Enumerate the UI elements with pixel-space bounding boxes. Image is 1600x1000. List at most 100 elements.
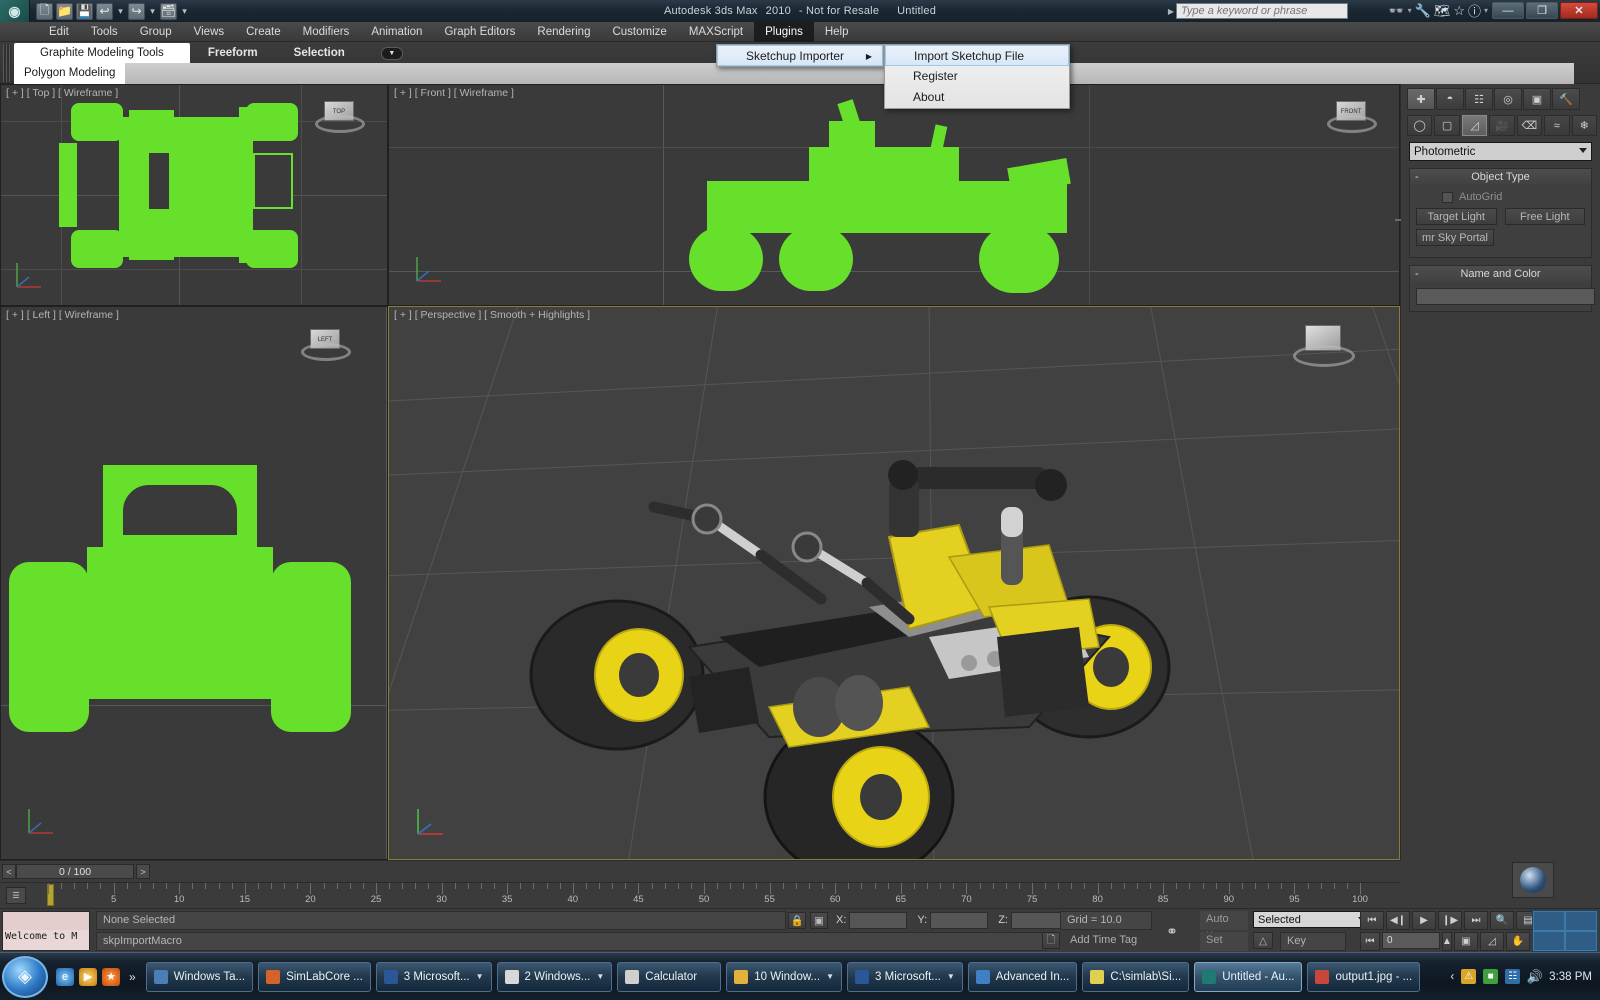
menu-animation[interactable]: Animation (360, 22, 433, 42)
minimize-button[interactable]: — (1492, 2, 1524, 19)
previous-frame-button[interactable]: < (2, 864, 16, 879)
menu-customize[interactable]: Customize (601, 22, 677, 42)
viewport-label-perspective[interactable]: [ + ] [ Perspective ] [ Smooth + Highlig… (394, 309, 590, 321)
taskbar-item[interactable]: 3 Microsoft...▼ (376, 962, 492, 992)
utilities-icon[interactable]: 🔨 (1552, 88, 1580, 110)
binoculars-icon[interactable]: 👓 (1388, 3, 1404, 19)
viewport-left[interactable]: LEFT [ + ] [ Left ] [ Wireframe ] (0, 306, 388, 860)
geometry-icon[interactable]: ◯ (1407, 115, 1432, 136)
taskbar-item[interactable]: Windows Ta... (146, 962, 253, 992)
systems-icon[interactable]: ❄ (1572, 115, 1597, 136)
current-key-field[interactable] (1382, 932, 1440, 949)
taskbar-clock[interactable]: 3:38 PM (1549, 971, 1592, 983)
object-name-field[interactable] (1416, 288, 1595, 305)
go-to-start-icon[interactable]: ⏮ (1360, 911, 1384, 930)
menu-group[interactable]: Group (129, 22, 183, 42)
maximize-viewport-toggle-icon[interactable] (1532, 910, 1598, 952)
menu-tools[interactable]: Tools (80, 22, 129, 42)
help-question-icon[interactable]: ⓘ (1468, 1, 1481, 20)
autogrid-checkbox[interactable] (1442, 192, 1453, 203)
set-key-filters-icon[interactable]: △ (1253, 932, 1273, 949)
ribbon-tab-selection[interactable]: Selection (276, 43, 363, 64)
viewport-perspective[interactable]: [ + ] [ Perspective ] [ Smooth + Highlig… (388, 306, 1400, 860)
pan-view-icon[interactable]: ✋ (1506, 932, 1530, 951)
key-mode-toggle-icon[interactable]: ⚭ (1160, 921, 1184, 941)
key-mode-dropdown[interactable]: Selected (1253, 911, 1371, 928)
viewcube-perspective[interactable] (1293, 325, 1357, 377)
display-icon[interactable]: ▣ (1523, 88, 1551, 110)
viewcube-ring[interactable] (1327, 115, 1377, 133)
undo-icon[interactable]: ↩ (96, 3, 113, 20)
favorites-star-icon[interactable]: ☆ (1453, 3, 1465, 19)
menu-item-sketchup-importer[interactable]: Sketchup Importer ▶ (717, 45, 883, 66)
wrench-icon[interactable]: 🔧 (1415, 3, 1431, 19)
rollout-object-type-header[interactable]: - Object Type (1410, 169, 1591, 185)
open-mini-curve-editor-icon[interactable]: ☰ (6, 887, 26, 904)
go-to-end-frame-icon[interactable]: ⏮ (1360, 932, 1380, 951)
y-field[interactable] (930, 912, 988, 929)
play-animation-icon[interactable]: ▶ (1412, 911, 1436, 930)
menu-item-import-sketchup-file[interactable]: Import Sketchup File (885, 45, 1069, 66)
chevron-down-icon[interactable]: ▼ (596, 972, 604, 981)
search-input[interactable] (1176, 3, 1348, 19)
taskbar-item[interactable]: SimLabCore ... (258, 962, 371, 992)
new-icon[interactable]: 🗋 (36, 3, 53, 20)
set-key-button[interactable]: Set Key (1200, 932, 1248, 951)
tray-expand-chevron-icon[interactable]: ‹ (1450, 971, 1454, 983)
hierarchy-icon[interactable]: ☷ (1465, 88, 1493, 110)
set-project-folder-icon[interactable]: 🗃 (160, 3, 177, 20)
menu-item-about[interactable]: About (885, 87, 1069, 108)
field-of-view-icon[interactable]: ◿ (1480, 932, 1504, 951)
taskbar-item[interactable]: C:\simlab\Si... (1082, 962, 1189, 992)
shield-icon[interactable]: ⚠ (1461, 969, 1476, 984)
orbit-icon[interactable] (1520, 867, 1546, 893)
rollout-name-and-color-header[interactable]: - Name and Color (1410, 266, 1591, 282)
zoom-extents-icon[interactable]: ▣ (1454, 932, 1478, 951)
start-orb-icon[interactable]: ◈ (2, 956, 48, 998)
helpers-icon[interactable]: ⌫ (1517, 115, 1542, 136)
search-expand-icon[interactable]: ▶ (1168, 7, 1174, 16)
restore-button[interactable]: ❐ (1526, 2, 1558, 19)
modify-icon[interactable]: ◓ (1436, 88, 1464, 110)
go-to-end-icon[interactable]: ⏭ (1464, 911, 1488, 930)
quick-launch-chevron-icon[interactable]: » (129, 970, 136, 984)
mr-sky-portal-button[interactable]: mr Sky Portal (1416, 229, 1494, 246)
open-icon[interactable]: 📁 (56, 3, 73, 20)
viewcube-ring[interactable] (315, 115, 365, 133)
subscription-icon[interactable]: 🗺 (1434, 3, 1451, 19)
media-player-icon[interactable]: ▶ (79, 968, 97, 986)
x-field[interactable] (849, 912, 907, 929)
auto-key-button[interactable]: Auto Key (1200, 911, 1248, 930)
zoom-time-icon[interactable]: 🔍 (1490, 911, 1514, 930)
taskbar-item[interactable]: Advanced In... (968, 962, 1078, 992)
menu-edit[interactable]: Edit (38, 22, 80, 42)
viewcube-top[interactable]: TOP (313, 99, 367, 145)
track-bar[interactable]: ☰ 51015202530354045505560657075808590951… (0, 882, 1400, 908)
lights-icon[interactable]: ◿ (1462, 115, 1487, 136)
viewcube-left[interactable]: LEFT (299, 327, 353, 373)
key-filters-button[interactable]: Key Filters... (1280, 932, 1346, 951)
absolute-relative-toggle-icon[interactable]: ▣ (810, 912, 828, 929)
add-time-tag-label[interactable]: Add Time Tag (1064, 932, 1152, 951)
help-dropdown-icon[interactable]: ▾ (1484, 6, 1488, 15)
menu-views[interactable]: Views (183, 22, 235, 42)
menu-item-register[interactable]: Register (885, 66, 1069, 87)
menu-maxscript[interactable]: MAXScript (678, 22, 754, 42)
menu-modifiers[interactable]: Modifiers (292, 22, 361, 42)
menu-create[interactable]: Create (235, 22, 292, 42)
next-frame-icon[interactable]: ❙▶ (1438, 911, 1462, 930)
create-icon[interactable]: ✚ (1407, 88, 1435, 110)
viewport-label-left[interactable]: [ + ] [ Left ] [ Wireframe ] (6, 309, 119, 321)
menu-graph-editors[interactable]: Graph Editors (433, 22, 526, 42)
taskbar-item[interactable]: 10 Window...▼ (726, 962, 842, 992)
taskbar-item[interactable]: Calculator (617, 962, 721, 992)
taskbar-item[interactable]: Untitled - Au... (1194, 962, 1302, 992)
redo-dropdown-icon[interactable]: ▾ (148, 3, 157, 20)
menu-rendering[interactable]: Rendering (526, 22, 601, 42)
viewcube-ring[interactable] (301, 343, 351, 361)
redo-icon[interactable]: ↪ (128, 3, 145, 20)
next-frame-button[interactable]: > (136, 864, 150, 879)
application-menu-button[interactable]: ◉ (0, 0, 30, 22)
battery-icon[interactable]: ■ (1483, 969, 1498, 984)
viewcube-ring[interactable] (1293, 345, 1355, 367)
